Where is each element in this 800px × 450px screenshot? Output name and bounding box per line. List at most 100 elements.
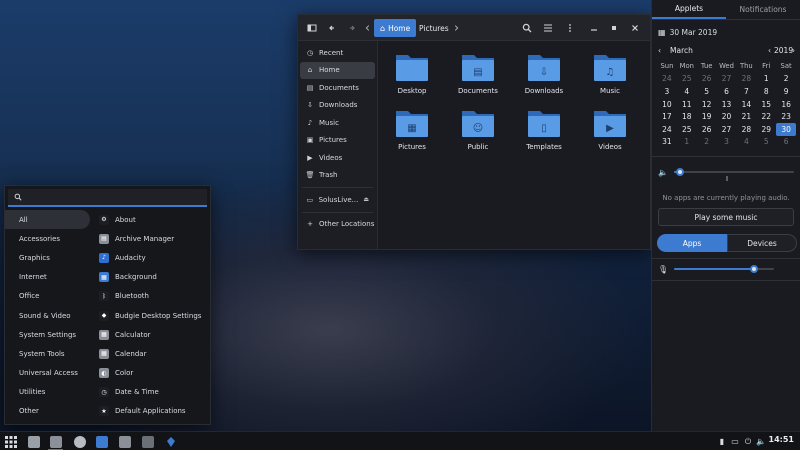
terminal-icon[interactable] [117, 434, 132, 449]
calendar-day[interactable]: 19 [697, 110, 717, 123]
calendar-day[interactable]: 2 [697, 136, 717, 149]
folder-public[interactable]: ☺ Public [448, 107, 508, 157]
folder-templates[interactable]: ▯ Templates [514, 107, 574, 157]
breadcrumb-home[interactable]: ⌂ Home [374, 19, 417, 37]
back-button[interactable] [324, 20, 340, 36]
breadcrumb-pictures[interactable]: Pictures [413, 19, 455, 37]
sidebar-item-music[interactable]: ♪ Music [300, 114, 375, 132]
maximize-button[interactable] [608, 20, 620, 36]
calendar-day[interactable]: 4 [736, 136, 756, 149]
calendar-day[interactable]: 13 [717, 98, 737, 111]
breadcrumb-left-arrow[interactable] [364, 20, 372, 36]
power-icon[interactable]: ⏻ [743, 435, 753, 448]
folder-desktop[interactable]: Desktop [382, 51, 442, 101]
calendar-day[interactable]: 6 [776, 136, 796, 149]
sidebar-item-pictures[interactable]: ▣ Pictures [300, 132, 375, 150]
eject-icon[interactable]: ⏏ [363, 196, 369, 203]
sidebar-item-documents[interactable]: ▤ Documents [300, 79, 375, 97]
tab-applets[interactable]: Applets [652, 0, 726, 19]
sidebar-item-trash[interactable]: 🗑 Trash [300, 167, 375, 185]
category-office[interactable]: Office [5, 287, 90, 306]
app-default-applications[interactable]: ★ Default Applications [95, 402, 210, 421]
calendar-day[interactable]: 25 [677, 123, 697, 136]
prev-month-icon[interactable]: ‹ [658, 46, 661, 55]
folder-documents[interactable]: ▤ Documents [448, 51, 508, 101]
calendar-day[interactable]: 5 [697, 85, 717, 98]
close-button[interactable] [629, 20, 641, 36]
software-icon[interactable] [94, 434, 109, 449]
calendar-day[interactable]: 28 [736, 73, 756, 86]
input-volume-knob[interactable] [750, 265, 758, 273]
calendar-day[interactable]: 12 [697, 98, 717, 111]
budgie-icon[interactable] [163, 434, 178, 449]
calendar-day[interactable]: 20 [717, 110, 737, 123]
app-calendar[interactable]: ▦ Calendar [95, 344, 210, 363]
folder-music[interactable]: ♫ Music [580, 51, 640, 101]
settings-icon[interactable] [72, 434, 87, 449]
folder-downloads[interactable]: ⇩ Downloads [514, 51, 574, 101]
category-system-settings[interactable]: System Settings [5, 325, 90, 344]
view-options-button[interactable] [540, 20, 556, 36]
sidebar-item-home[interactable]: ⌂ Home [300, 61, 375, 79]
input-volume-slider[interactable] [674, 265, 774, 273]
sidebar-toggle-icon[interactable] [304, 20, 320, 36]
prev-year-icon[interactable]: ‹ [768, 46, 771, 55]
calendar-day[interactable]: 24 [657, 73, 677, 86]
calendar-day[interactable]: 1 [756, 73, 776, 86]
calendar-day[interactable]: 23 [776, 110, 796, 123]
play-some-music-button[interactable]: Play some music [658, 208, 794, 226]
output-volume-knob[interactable] [676, 168, 684, 176]
calendar-day[interactable]: 30 [776, 122, 797, 136]
sidebar-item-device[interactable]: ▭ SolusLive... ⏏ [300, 191, 375, 209]
menu-search-input[interactable] [26, 193, 207, 201]
app-bluetooth[interactable]: ᛒ Bluetooth [95, 287, 210, 306]
forward-button[interactable] [344, 20, 360, 36]
tab-notifications[interactable]: Notifications [726, 0, 800, 19]
sidebar-item-other-locations[interactable]: + Other Locations [300, 216, 375, 234]
calendar-day[interactable]: 31 [657, 136, 677, 149]
calendar-day[interactable]: 3 [717, 136, 737, 149]
nautilus-icon[interactable] [48, 434, 63, 450]
calendar-day[interactable]: 22 [756, 110, 776, 123]
app-background[interactable]: ▦ Background [95, 268, 210, 287]
screenshot-icon[interactable] [140, 434, 155, 449]
category-all[interactable]: All [5, 210, 90, 230]
app-audacity[interactable]: ♪ Audacity [95, 248, 210, 267]
calendar-day[interactable]: 25 [677, 73, 697, 86]
calendar-day[interactable]: 7 [736, 85, 756, 98]
category-accessories[interactable]: Accessories [5, 229, 90, 248]
volume-tray-icon[interactable]: 🔈 [756, 435, 766, 448]
calendar-day[interactable]: 16 [776, 98, 796, 111]
calendar-day[interactable]: 21 [736, 110, 756, 123]
sidebar-item-recent[interactable]: ◷ Recent [300, 44, 375, 62]
calendar-day[interactable]: 26 [697, 123, 717, 136]
devices-toggle-button[interactable]: Devices [727, 234, 797, 252]
calendar-day[interactable]: 28 [736, 123, 756, 136]
sidebar-item-downloads[interactable]: ⇩ Downloads [300, 97, 375, 115]
category-utilities[interactable]: Utilities [5, 383, 90, 402]
search-button[interactable] [519, 20, 535, 36]
category-universal-access[interactable]: Universal Access [5, 364, 90, 383]
calendar-day[interactable]: 6 [717, 85, 737, 98]
calendar-day[interactable]: 9 [776, 85, 796, 98]
breadcrumb-right-arrow[interactable] [452, 20, 460, 36]
category-other[interactable]: Other [5, 402, 90, 421]
category-sound-video[interactable]: Sound & Video [5, 306, 90, 325]
folder-videos[interactable]: ▶ Videos [580, 107, 640, 157]
files-icon[interactable] [26, 434, 41, 449]
calendar-day[interactable]: 27 [717, 73, 737, 86]
app-color[interactable]: ◐ Color [95, 364, 210, 383]
category-graphics[interactable]: Graphics [5, 248, 90, 267]
calendar-day[interactable]: 5 [756, 136, 776, 149]
calendar-day[interactable]: 4 [677, 85, 697, 98]
sidebar-item-videos[interactable]: ▶ Videos [300, 149, 375, 167]
calendar-day[interactable]: 1 [677, 136, 697, 149]
calendar-day[interactable]: 2 [776, 73, 796, 86]
category-internet[interactable]: Internet [5, 268, 90, 287]
app-calculator[interactable]: ▦ Calculator [95, 325, 210, 344]
calendar-day[interactable]: 27 [717, 123, 737, 136]
output-volume-slider[interactable] [674, 168, 794, 176]
app-archive-manager[interactable]: ▤ Archive Manager [95, 229, 210, 248]
calendar-day[interactable]: 17 [657, 110, 677, 123]
next-year-icon[interactable]: › [792, 46, 795, 55]
